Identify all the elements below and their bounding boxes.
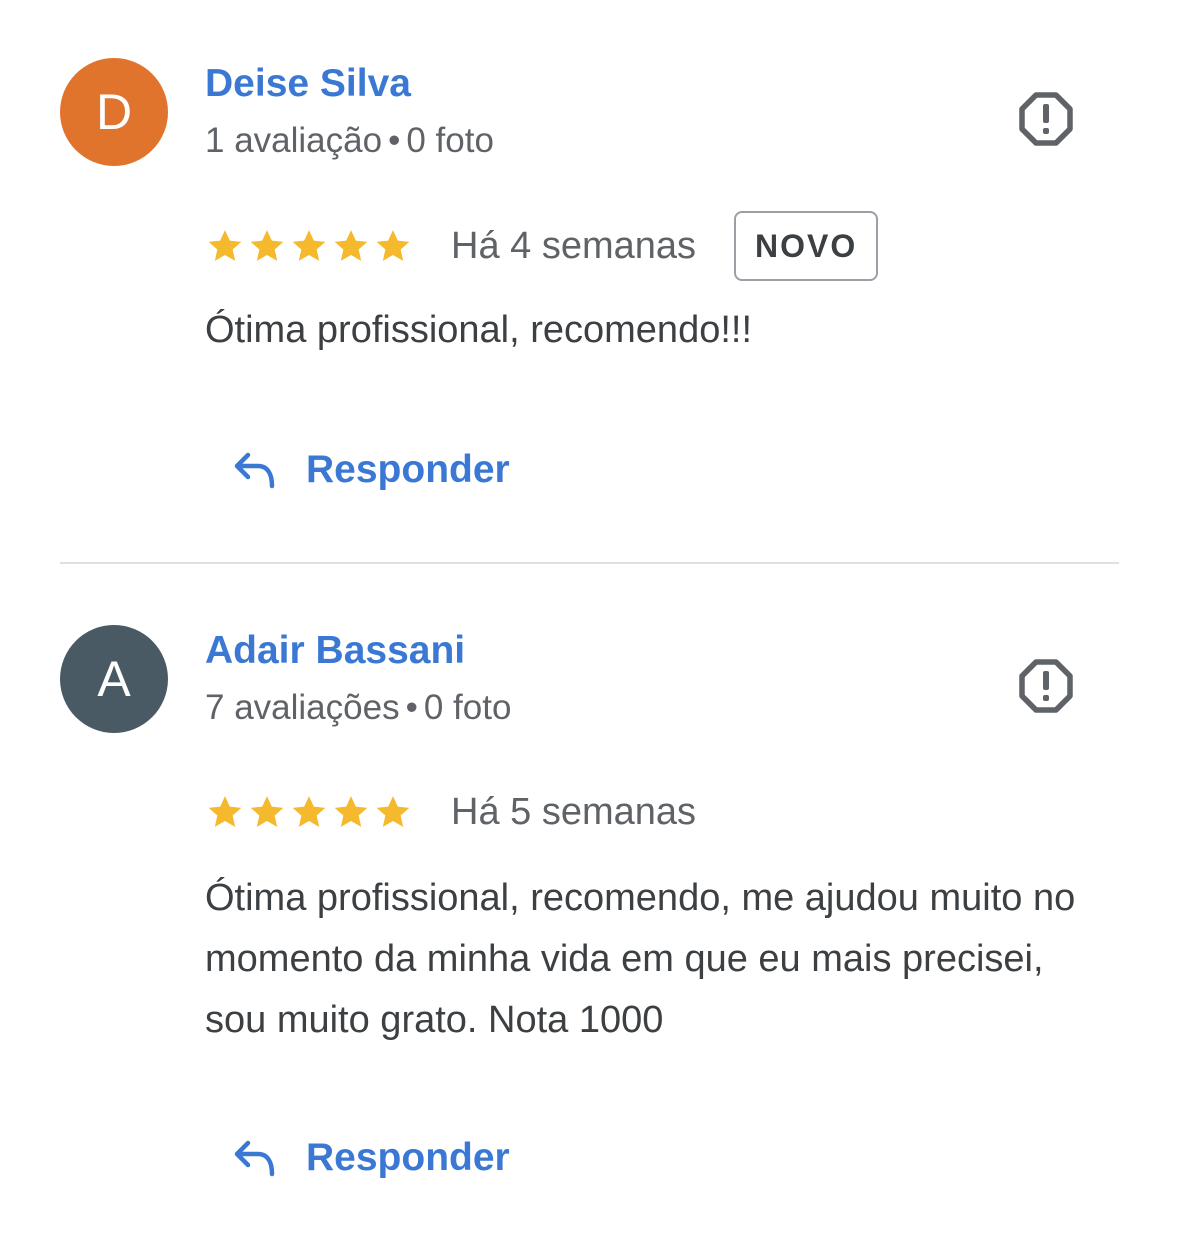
rating-row: Há 4 semanas NOVO xyxy=(205,208,879,284)
report-flag-icon[interactable] xyxy=(1016,89,1076,149)
star-rating xyxy=(205,792,413,832)
reviewer-name[interactable]: Adair Bassani xyxy=(205,629,465,673)
reviewer-name[interactable]: Deise Silva xyxy=(205,62,411,106)
reviewer-stats: 1 avaliação • 0 foto xyxy=(205,121,494,161)
report-flag-icon[interactable] xyxy=(1016,656,1076,716)
rating-row: Há 5 semanas xyxy=(205,774,696,850)
review-date: Há 5 semanas xyxy=(451,790,697,833)
reply-button[interactable]: Responder xyxy=(232,440,510,500)
reviewer-stats: 7 avaliações • 0 foto xyxy=(205,688,511,728)
meta-separator: • xyxy=(405,688,418,727)
star-icon xyxy=(208,796,242,827)
reply-label: Responder xyxy=(306,448,510,491)
avatar[interactable]: A xyxy=(60,625,168,733)
avatar[interactable]: D xyxy=(60,58,168,166)
review-card: D Deise Silva 1 avaliação • 0 foto Há 4 se… xyxy=(0,0,1179,564)
review-text: Ótima profissional, recomendo, me ajudou… xyxy=(205,877,1076,1041)
star-icon xyxy=(292,796,326,827)
reply-button[interactable]: Responder xyxy=(232,1128,510,1188)
star-icon xyxy=(292,230,326,261)
photos-count: 0 foto xyxy=(406,121,494,160)
reviews-count: 1 avaliação xyxy=(205,121,383,160)
star-icon xyxy=(250,230,284,261)
photos-count: 0 foto xyxy=(423,688,512,727)
star-icon xyxy=(376,230,410,261)
review-divider xyxy=(60,562,1119,564)
reply-label: Responder xyxy=(306,1136,510,1179)
reply-arrow-icon xyxy=(234,452,275,489)
new-badge: NOVO xyxy=(734,211,879,281)
reply-arrow-icon xyxy=(234,1140,275,1177)
star-icon xyxy=(376,796,410,827)
star-icon xyxy=(250,796,284,827)
review-text: Ótima profissional, recomendo!!! xyxy=(205,309,753,351)
meta-separator: • xyxy=(388,121,401,160)
star-rating xyxy=(205,226,413,266)
star-icon xyxy=(334,796,368,827)
star-icon xyxy=(334,230,368,261)
reviews-count: 7 avaliações xyxy=(205,688,400,727)
star-icon xyxy=(208,230,242,261)
review-card: A Adair Bassani 7 avaliações • 0 foto Há 5… xyxy=(0,566,1179,1249)
review-date: Há 4 semanas xyxy=(451,224,697,267)
